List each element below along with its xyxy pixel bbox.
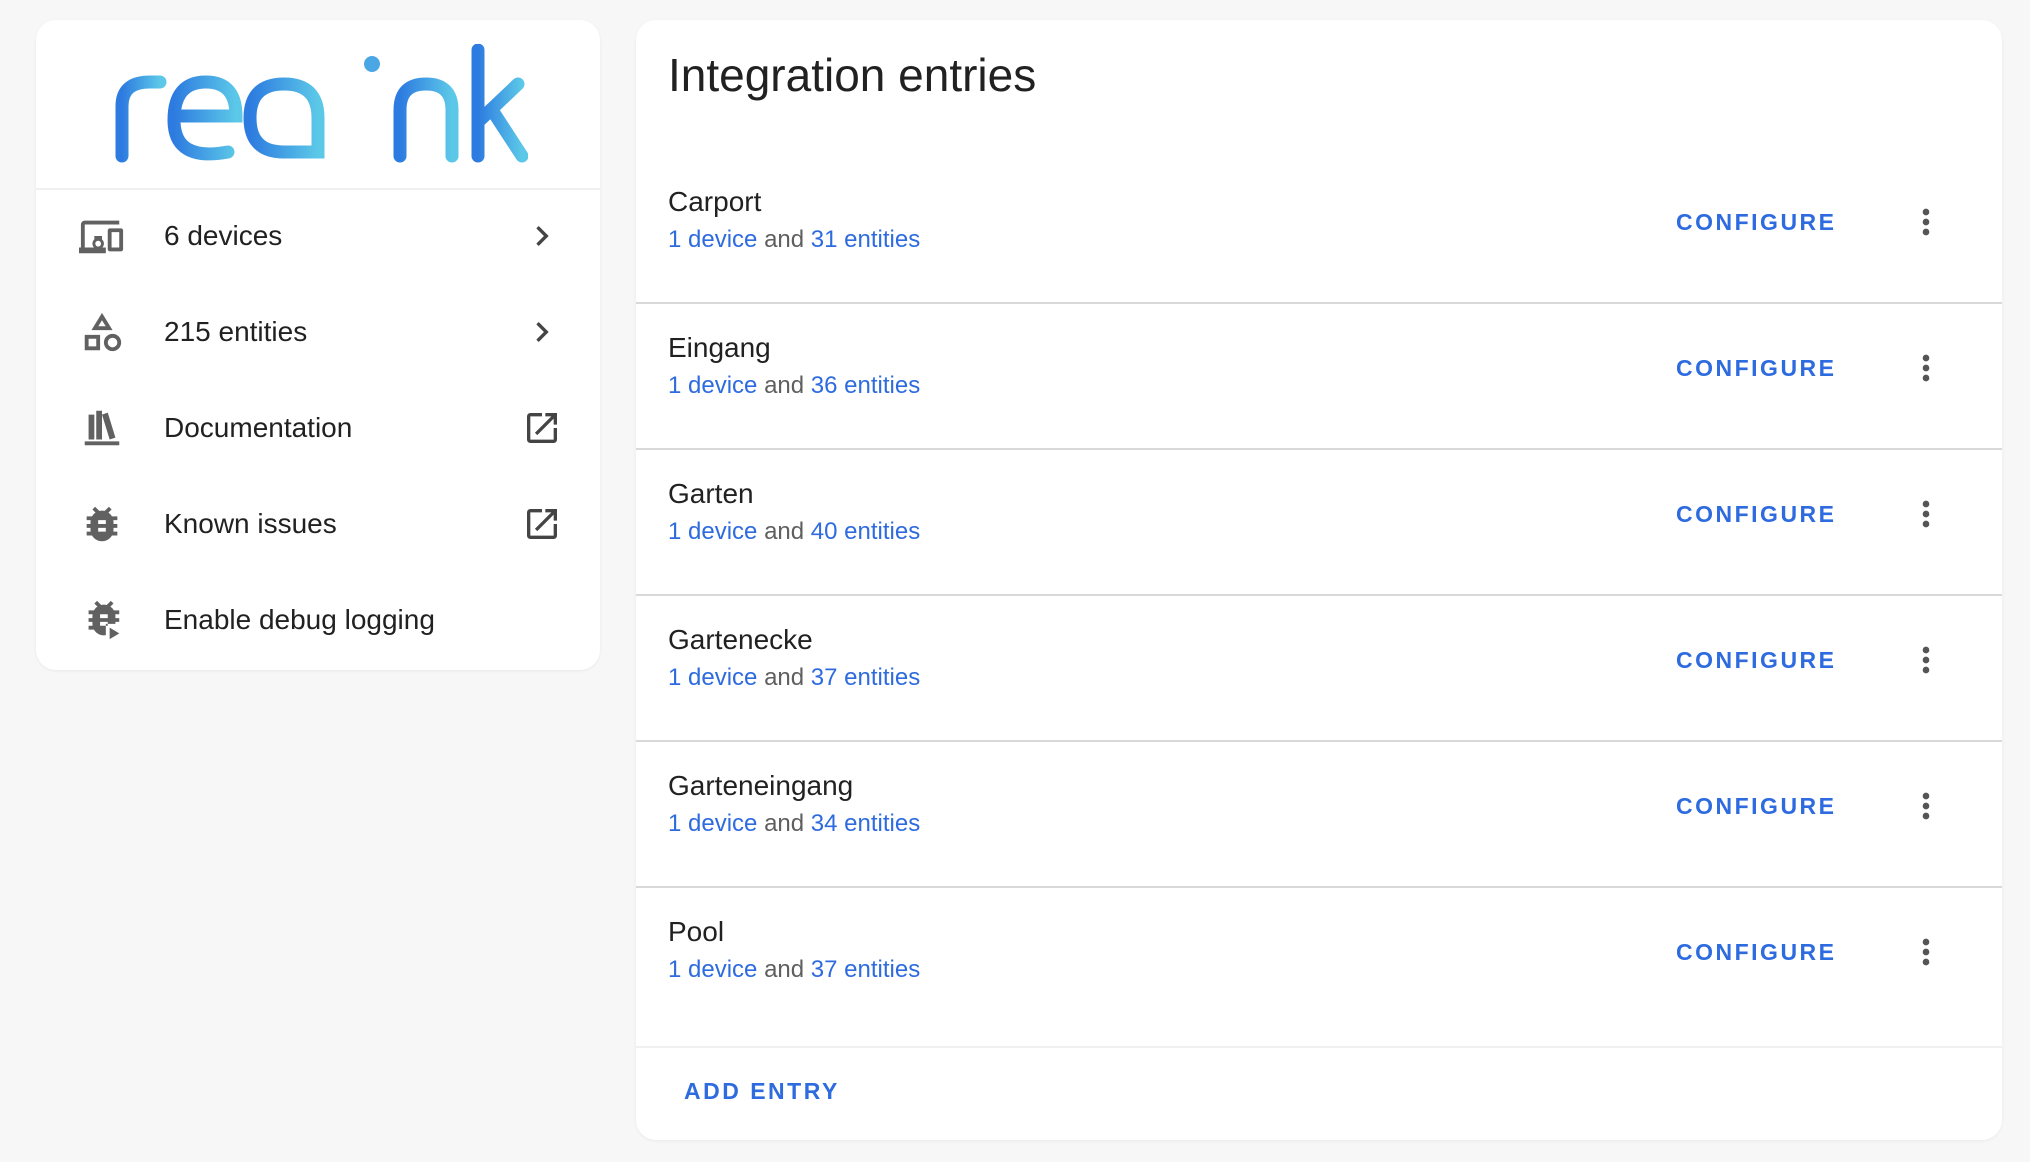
sidebar-item-devices[interactable]: 6 devices	[36, 188, 600, 284]
and-text: and	[764, 664, 805, 691]
entry-title: Eingang	[668, 332, 771, 363]
reolink-logo-mark	[115, 44, 528, 163]
open-in-new-icon	[520, 406, 564, 450]
more-options-icon[interactable]	[1902, 490, 1950, 538]
device-link[interactable]: 1 device	[668, 810, 757, 837]
sidebar-item-debug-logging[interactable]: Enable debug logging	[36, 572, 600, 668]
entry-row: Gartenecke 1 device and 37 entities CONF…	[636, 594, 2002, 742]
more-options-icon[interactable]	[1902, 198, 1950, 246]
and-text: and	[764, 372, 805, 399]
and-text: and	[764, 518, 805, 545]
and-text: and	[764, 226, 805, 253]
entities-link[interactable]: 36 entities	[811, 372, 920, 399]
configure-button[interactable]: CONFIGURE	[1666, 200, 1847, 244]
entities-link[interactable]: 34 entities	[811, 810, 920, 837]
bookshelf-icon	[76, 402, 128, 454]
entities-link[interactable]: 40 entities	[811, 518, 920, 545]
devices-icon	[76, 210, 128, 262]
sidebar-item-label: 6 devices	[164, 220, 283, 251]
configure-button[interactable]: CONFIGURE	[1666, 638, 1847, 682]
entry-row: Carport 1 device and 31 entities CONFIGU…	[636, 156, 2002, 304]
and-text: and	[764, 956, 805, 983]
more-options-icon[interactable]	[1902, 782, 1950, 830]
more-options-icon[interactable]	[1902, 928, 1950, 976]
device-link[interactable]: 1 device	[668, 372, 757, 399]
add-entry-button[interactable]: ADD ENTRY	[684, 1078, 840, 1105]
sidebar-item-label: Known issues	[164, 508, 337, 539]
entry-summary: 1 device and 37 entities	[668, 956, 920, 984]
sidebar-item-label: Enable debug logging	[164, 604, 435, 635]
device-link[interactable]: 1 device	[668, 518, 757, 545]
more-options-icon[interactable]	[1902, 344, 1950, 392]
shapes-icon	[76, 306, 128, 358]
integration-entries-card: Integration entries Carport 1 device and…	[636, 20, 2002, 1140]
sidebar-item-label: 215 entities	[164, 316, 308, 347]
entry-summary: 1 device and 36 entities	[668, 372, 920, 400]
sidebar-item-entities[interactable]: 215 entities	[36, 284, 600, 380]
sidebar-item-documentation[interactable]: Documentation	[36, 380, 600, 476]
device-link[interactable]: 1 device	[668, 956, 757, 983]
configure-button[interactable]: CONFIGURE	[1666, 346, 1847, 390]
entry-title: Carport	[668, 186, 762, 217]
entry-title: Gartenecke	[668, 624, 813, 655]
configure-button[interactable]: CONFIGURE	[1666, 784, 1847, 828]
open-in-new-icon	[520, 502, 564, 546]
entities-link[interactable]: 37 entities	[811, 956, 920, 983]
entry-title: Garteneingang	[668, 770, 854, 801]
entry-row: Eingang 1 device and 36 entities CONFIGU…	[636, 302, 2002, 450]
entry-title: Pool	[668, 916, 725, 947]
reolink-logo	[36, 20, 600, 190]
device-link[interactable]: 1 device	[668, 664, 757, 691]
entry-row: Garteneingang 1 device and 34 entities C…	[636, 740, 2002, 888]
configure-button[interactable]: CONFIGURE	[1666, 930, 1847, 974]
entry-summary: 1 device and 40 entities	[668, 518, 920, 546]
chevron-right-icon	[520, 310, 564, 354]
entry-row: Pool 1 device and 37 entities CONFIGURE	[636, 886, 2002, 1032]
entry-summary: 1 device and 37 entities	[668, 664, 920, 692]
sidebar-item-label: Documentation	[164, 412, 353, 443]
device-link[interactable]: 1 device	[668, 226, 757, 253]
entry-summary: 1 device and 34 entities	[668, 810, 920, 838]
entities-link[interactable]: 37 entities	[811, 664, 920, 691]
sidebar-item-known-issues[interactable]: Known issues	[36, 476, 600, 572]
chevron-right-icon	[520, 214, 564, 258]
configure-button[interactable]: CONFIGURE	[1666, 492, 1847, 536]
page-title: Integration entries	[668, 49, 1037, 101]
integration-info-card: 6 devices 215 entities Documentation Kno…	[36, 20, 600, 670]
and-text: and	[764, 810, 805, 837]
more-options-icon[interactable]	[1902, 636, 1950, 684]
entry-summary: 1 device and 31 entities	[668, 226, 920, 254]
bug-icon	[76, 498, 128, 550]
entry-row: Garten 1 device and 40 entities CONFIGUR…	[636, 448, 2002, 596]
footer-divider	[636, 1046, 2002, 1048]
bug-play-icon	[76, 594, 128, 646]
entry-title: Garten	[668, 478, 754, 509]
entities-link[interactable]: 31 entities	[811, 226, 920, 253]
